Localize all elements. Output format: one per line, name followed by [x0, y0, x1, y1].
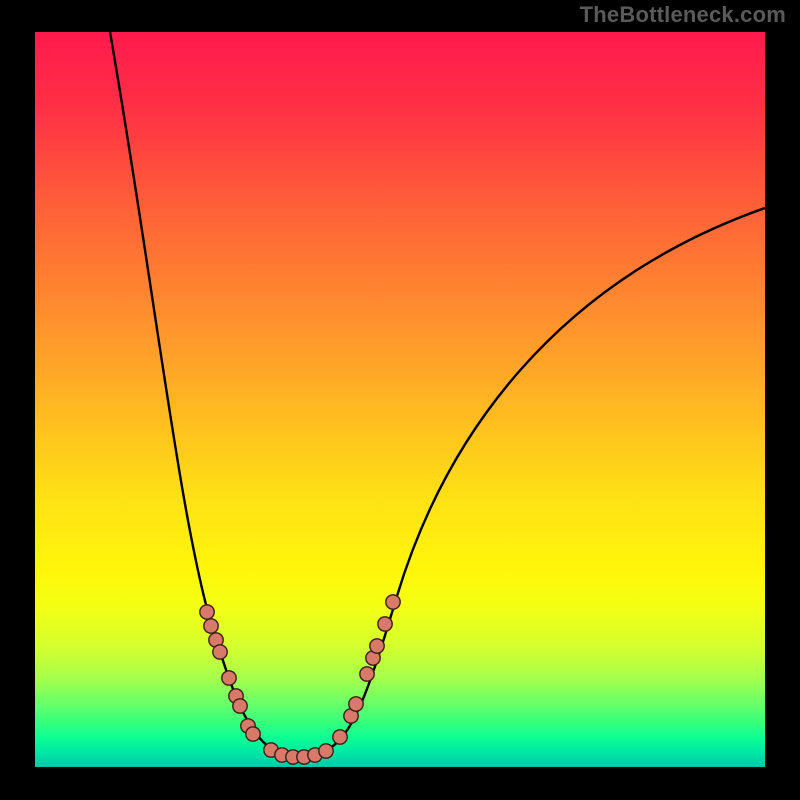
bead-bottom-5 [319, 744, 333, 758]
bead-left-0 [200, 605, 214, 619]
beads-bottom-group [264, 743, 333, 764]
bead-left-3 [213, 645, 227, 659]
bead-right-2 [349, 697, 363, 711]
watermark-text: TheBottleneck.com [580, 2, 786, 28]
bead-left-6 [233, 699, 247, 713]
beads-left-group [200, 605, 260, 741]
bead-right-7 [386, 595, 400, 609]
chart-frame: TheBottleneck.com [0, 0, 800, 800]
bead-left-8 [246, 727, 260, 741]
curve-svg [35, 32, 765, 767]
bead-right-0 [333, 730, 347, 744]
plot-area [35, 32, 765, 767]
bead-right-5 [370, 639, 384, 653]
bead-left-1 [204, 619, 218, 633]
bead-left-4 [222, 671, 236, 685]
bottleneck-curve [110, 32, 765, 756]
bead-right-6 [378, 617, 392, 631]
bead-right-3 [360, 667, 374, 681]
